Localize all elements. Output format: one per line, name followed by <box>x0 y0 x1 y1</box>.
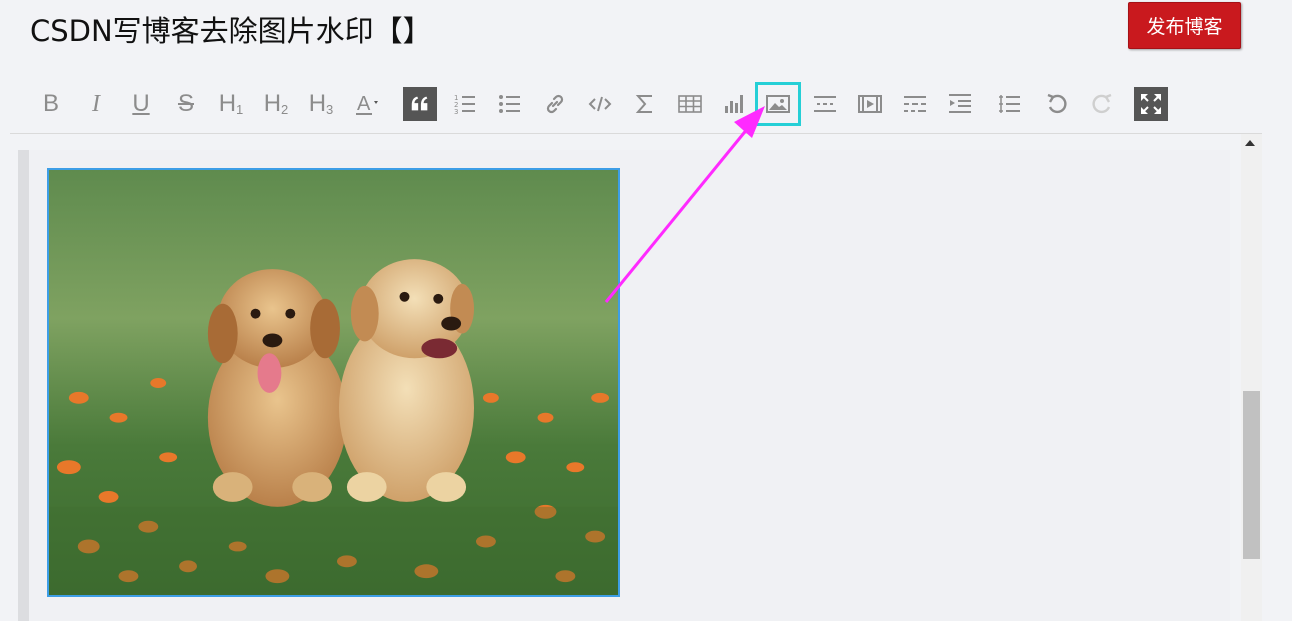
horizontal-rule-icon <box>814 96 836 112</box>
svg-text:3: 3 <box>454 108 458 116</box>
toolbar-divider <box>10 133 1262 134</box>
page-break-button[interactable] <box>896 82 934 126</box>
heading3-button[interactable]: H3 <box>302 82 340 126</box>
horizontal-rule-button[interactable] <box>806 82 844 126</box>
formula-button[interactable] <box>626 82 664 126</box>
heading2-icon: H2 <box>263 90 289 117</box>
underline-button[interactable]: U <box>122 82 160 126</box>
fullscreen-button[interactable] <box>1132 82 1170 126</box>
redo-icon <box>1092 93 1112 114</box>
editor-left-gutter <box>18 150 29 621</box>
insert-image-button[interactable] <box>755 82 801 126</box>
unordered-list-icon <box>499 95 520 113</box>
link-icon <box>546 94 564 114</box>
ordered-list-icon: 1 2 3 <box>454 94 475 116</box>
line-numbers-button[interactable] <box>990 82 1028 126</box>
underline-icon: U <box>132 90 150 117</box>
heading2-button[interactable]: H2 <box>257 82 295 126</box>
ordered-list-button[interactable]: 1 2 3 <box>446 82 484 126</box>
table-button[interactable] <box>671 82 709 126</box>
puppy-right <box>338 259 475 502</box>
italic-button[interactable]: I <box>77 82 115 126</box>
font-color-button[interactable]: A <box>348 82 386 126</box>
table-of-contents-button[interactable] <box>941 82 979 126</box>
svg-text:A: A <box>357 93 371 115</box>
heading1-icon: H1 <box>218 90 244 117</box>
video-button[interactable] <box>851 82 889 126</box>
code-button[interactable] <box>581 82 619 126</box>
scroll-up-arrow-icon[interactable] <box>1245 140 1255 146</box>
redo-button[interactable] <box>1083 82 1121 126</box>
strikethrough-button[interactable]: S <box>167 82 205 126</box>
table-of-contents-icon <box>949 94 971 113</box>
heading1-button[interactable]: H1 <box>212 82 250 126</box>
fullscreen-icon <box>1134 87 1168 121</box>
undo-button[interactable] <box>1038 82 1076 126</box>
strikethrough-icon: S <box>177 90 194 117</box>
heading3-icon: H3 <box>308 90 334 117</box>
bold-button[interactable]: B <box>32 82 70 126</box>
quote-button[interactable] <box>401 82 439 126</box>
image-icon <box>766 95 790 113</box>
quote-icon <box>403 87 437 121</box>
font-color-icon: A <box>356 93 378 115</box>
bold-icon: B <box>42 90 59 117</box>
chart-button[interactable] <box>716 82 754 126</box>
publish-button[interactable]: 发布博客 <box>1128 2 1241 49</box>
editor-toolbar: B I U S H1 H2 H3 A 1 2 3 <box>30 82 1190 128</box>
undo-icon <box>1047 93 1067 114</box>
link-button[interactable] <box>536 82 574 126</box>
line-numbers-icon <box>999 95 1020 113</box>
page-break-icon <box>904 96 926 112</box>
puppy-left <box>207 269 347 507</box>
inserted-image[interactable] <box>47 168 620 597</box>
table-icon <box>678 95 702 113</box>
sigma-icon <box>635 95 652 113</box>
puppies-photo <box>49 170 618 595</box>
scrollbar-thumb[interactable] <box>1243 391 1260 559</box>
code-icon <box>588 96 612 112</box>
bar-chart-icon <box>725 95 743 113</box>
unordered-list-button[interactable] <box>491 82 529 126</box>
italic-icon: I <box>92 91 100 117</box>
page-title[interactable]: CSDN写博客去除图片水印【】 <box>30 8 432 50</box>
video-icon <box>858 95 882 113</box>
